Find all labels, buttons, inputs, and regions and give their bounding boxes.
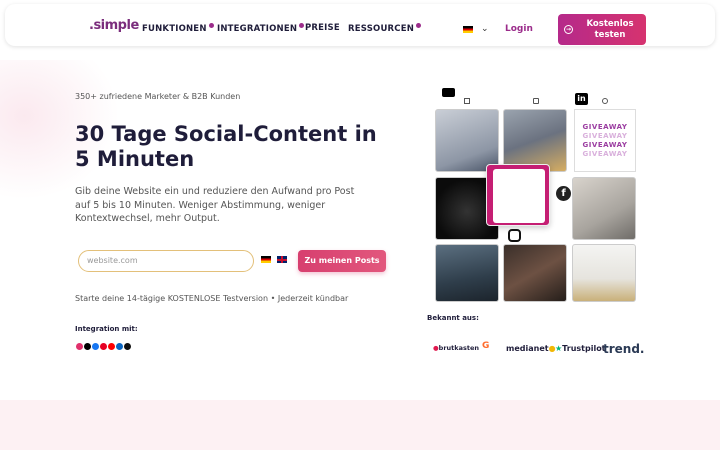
post-image-team — [503, 109, 567, 172]
logo-trend: trend. — [603, 342, 645, 356]
post-image-office — [572, 177, 636, 240]
linkedin-icon: in — [575, 93, 588, 105]
post-image-interior — [435, 244, 499, 302]
facebook-icon: f — [556, 186, 571, 201]
social-proof-text: 350+ zufriedene Marketer & B2B Kunden — [75, 92, 241, 101]
website-input[interactable]: website.com — [78, 250, 254, 272]
free-trial-button[interactable]: → Kostenlos testen — [558, 14, 646, 45]
logo-g2: G — [482, 341, 490, 351]
user-icon — [602, 98, 608, 104]
language-flags — [261, 256, 287, 263]
next-section-band — [0, 400, 720, 450]
nav-item-funktionen[interactable]: FUNKTIONEN — [142, 23, 214, 34]
x-icon — [123, 342, 132, 351]
hero-subtitle: Gib deine Website ein und reduziere den … — [75, 186, 355, 224]
logo-medianet: medianet● — [506, 344, 556, 353]
logo-brutkasten: ●brutkasten — [433, 344, 479, 352]
calendar-icon — [533, 98, 539, 104]
go-to-posts-button[interactable]: Zu meinen Posts — [298, 250, 386, 272]
language-selector[interactable]: ⌄ — [463, 24, 489, 34]
logo-trustpilot: ★Trustpilot — [555, 344, 606, 353]
german-flag-icon — [463, 25, 473, 33]
post-image-businessman — [435, 109, 499, 172]
logo[interactable]: .simple — [89, 18, 139, 33]
nav-item-preise[interactable]: PREISE — [305, 23, 340, 33]
arrow-right-icon: → — [564, 25, 573, 34]
trial-text: Starte deine 14-tägige KOSTENLOSE Testve… — [75, 294, 349, 303]
chevron-down-icon: ⌄ — [481, 24, 489, 34]
german-flag-icon[interactable] — [261, 256, 271, 263]
uk-flag-icon[interactable] — [277, 256, 287, 263]
integration-icons — [75, 342, 132, 351]
nav-item-ressourcen[interactable]: RESSOURCEN — [348, 23, 422, 34]
top-navbar: .simple FUNKTIONEN INTEGRATIONEN PREISE … — [5, 4, 715, 46]
instagram-icon — [508, 229, 521, 242]
youtube-icon — [442, 88, 455, 97]
calendar-icon — [464, 98, 470, 104]
hero-title: 30 Tage Social-Content in 5 Minuten — [75, 122, 377, 171]
press-label: Bekannt aus: — [427, 314, 479, 322]
post-image-watch — [572, 244, 636, 302]
integration-label: Integration mit: — [75, 325, 138, 333]
post-image-hands — [503, 244, 567, 302]
nav-item-integrationen[interactable]: INTEGRATIONEN — [217, 23, 305, 34]
post-giveaway: GIVEAWAY GIVEAWAY GIVEAWAY GIVEAWAY — [574, 109, 636, 172]
app-phone-mockup — [486, 164, 550, 226]
login-link[interactable]: Login — [505, 24, 533, 34]
